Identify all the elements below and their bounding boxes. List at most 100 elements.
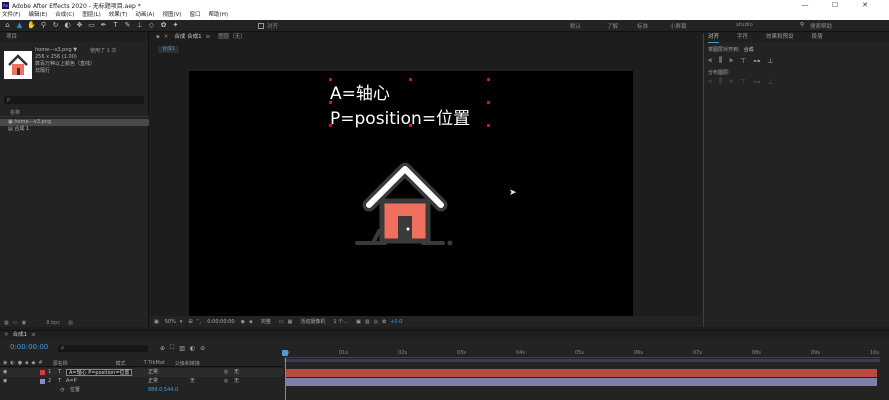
align-vcenter-icon[interactable]: ⊶ — [753, 57, 760, 65]
bounding-handle[interactable] — [487, 101, 490, 104]
transparency-grid-icon[interactable]: ▦ — [288, 319, 293, 325]
menu-edit[interactable]: 编辑(E) — [28, 11, 47, 20]
timeline-search-input[interactable]: ρ — [58, 345, 148, 352]
layer-name[interactable]: A=轴心 P=position=位置 — [66, 369, 133, 376]
camera-tool-icon[interactable]: ◐ — [63, 21, 72, 30]
align-left-icon[interactable]: ⫷ — [708, 56, 712, 65]
layer2-duration-bar[interactable] — [285, 378, 877, 386]
label-color-swatch[interactable] — [40, 379, 45, 384]
layer-parent[interactable]: 无 — [234, 368, 239, 377]
puppet-tool-icon[interactable]: ✦ — [171, 21, 180, 30]
tab-menu-icon[interactable]: ≡ — [206, 33, 211, 42]
menu-composition[interactable]: 合成(C) — [55, 11, 74, 20]
align-right-icon[interactable]: ⫸ — [729, 56, 733, 65]
tab-align[interactable]: 对齐 — [708, 33, 720, 43]
list-item[interactable]: ▣ home---v3.png — [0, 119, 149, 126]
align-target-dropdown[interactable]: 合成 — [744, 46, 754, 53]
resolution-dropdown[interactable]: 完整 — [261, 318, 271, 325]
bounding-handle[interactable] — [329, 78, 332, 81]
snapshot-icon[interactable]: ◉ — [241, 319, 245, 325]
bounding-handle[interactable] — [329, 101, 332, 104]
shy-icon[interactable]: ⛶ — [170, 344, 174, 352]
layer-mode[interactable]: 正常 — [148, 377, 158, 386]
bounding-handle[interactable] — [329, 124, 332, 127]
layer-name[interactable]: A=P — [66, 377, 77, 386]
align-bottom-icon[interactable]: ⊥ — [767, 57, 773, 65]
maximize-button[interactable]: ☐ — [823, 0, 847, 11]
visibility-icon[interactable]: ◉ — [3, 360, 7, 366]
project-search-input[interactable]: ρ — [4, 96, 144, 104]
new-comp-icon[interactable]: ▣ — [21, 320, 26, 326]
column-header-name[interactable]: 名称 — [0, 110, 149, 117]
chevron-down-icon[interactable]: ▾ — [180, 319, 183, 325]
visibility-icon[interactable]: ◉ — [3, 377, 7, 386]
column-parent[interactable]: 父级和链接 — [175, 360, 200, 367]
column-source-name[interactable]: 源名称 — [53, 360, 68, 367]
preview-icon[interactable]: ▣ — [154, 319, 159, 325]
column-mode[interactable]: 模式 — [116, 360, 126, 367]
table-row[interactable]: ◉ 1 T A=轴心 P=position=位置 正常 ◎ 无 — [0, 368, 283, 377]
menu-effect[interactable]: 效果(T) — [109, 11, 128, 20]
menu-animation[interactable]: 动画(A) — [135, 11, 154, 20]
delete-icon[interactable]: ▥ — [68, 320, 73, 326]
close-button[interactable]: ✕ — [853, 0, 877, 11]
property-position-value[interactable]: 888.0,544.0 — [148, 386, 178, 395]
exposure-value[interactable]: +0.0 — [390, 319, 402, 325]
bounding-handle[interactable] — [487, 124, 490, 127]
bpc-label[interactable]: 8 bpc — [46, 320, 60, 326]
playhead-handle[interactable] — [282, 350, 288, 356]
label-icon[interactable]: ◆ — [32, 360, 36, 366]
bounding-handle[interactable] — [409, 124, 412, 127]
layer1-duration-bar[interactable] — [285, 369, 877, 377]
tab-layer[interactable]: 图层（无） — [218, 33, 246, 42]
tab-menu-icon[interactable]: ≡ — [31, 331, 36, 340]
3d-renderer-icon[interactable]: ◎ — [374, 319, 378, 325]
menu-window[interactable]: 窗口 — [190, 11, 201, 20]
show-channel-icon[interactable]: ◈ — [249, 319, 253, 325]
comp-breadcrumb[interactable]: 合成1 — [158, 46, 180, 53]
layer-mode[interactable]: 正常 — [148, 368, 158, 377]
stopwatch-icon[interactable]: ◷ — [60, 386, 64, 395]
frame-blend-icon[interactable]: ▥ — [179, 345, 185, 352]
list-item[interactable]: ▤ 合成 1 — [0, 126, 149, 133]
selection-tool-icon[interactable]: ▲ — [15, 21, 24, 30]
clone-stamp-tool-icon[interactable]: ⊥ — [135, 21, 144, 30]
grid-icon[interactable]: ▥ — [365, 319, 370, 325]
menu-help[interactable]: 帮助(H) — [209, 11, 228, 20]
text-layer-line1[interactable]: A=轴心 — [330, 79, 390, 104]
tab-paragraph[interactable]: 段落 — [812, 33, 823, 42]
close-tab-icon[interactable]: ✕ — [164, 33, 169, 42]
menu-file[interactable]: 文件(F) — [2, 11, 20, 20]
workspace-studio[interactable]: studio — [736, 22, 753, 28]
text-layer-line2[interactable]: P=position=位置 — [330, 104, 470, 129]
fit-icon[interactable]: ⌜⌟ — [197, 319, 202, 325]
tab-effects-presets[interactable]: 效果和预设 — [766, 33, 794, 42]
work-area-bar[interactable] — [284, 359, 880, 362]
tab-timeline-comp[interactable]: 合成1 — [13, 331, 28, 340]
rotate-tool-icon[interactable]: ↻ — [51, 21, 60, 30]
rectangle-tool-icon[interactable]: ▭ — [87, 21, 96, 30]
time-ruler[interactable]: 0s 01s 02s 03s 04s 05s 06s 07s 08s 09s 1… — [284, 348, 880, 358]
menu-layer[interactable]: 图层(L) — [82, 11, 100, 20]
tab-character[interactable]: 字符 — [737, 33, 748, 42]
workspace-small-screen[interactable]: 小屏幕 — [670, 22, 687, 30]
parent-pickwhip-icon[interactable]: ◎ — [224, 368, 228, 377]
property-row[interactable]: ◷ 位置 888.0,544.0 — [0, 386, 283, 395]
eraser-tool-icon[interactable]: ◇ — [147, 21, 156, 30]
home-icon[interactable]: ⌂ — [3, 21, 12, 30]
lock-icon[interactable]: ▪ — [25, 360, 28, 366]
bounding-handle[interactable] — [487, 78, 490, 81]
graph-editor-icon[interactable]: ⊘ — [200, 345, 205, 352]
pen-tool-icon[interactable]: ✒ — [99, 21, 108, 30]
new-folder-icon[interactable]: ▭ — [13, 320, 18, 326]
interpret-footage-icon[interactable]: ▦ — [4, 320, 9, 326]
zoom-tool-icon[interactable]: ⚲ — [39, 21, 48, 30]
close-tab-icon[interactable]: ✕ — [4, 331, 9, 340]
zoom-dropdown[interactable]: 50% — [165, 319, 176, 325]
workspace-standard[interactable]: 标准 — [637, 22, 648, 30]
solo-icon[interactable]: ● — [18, 360, 22, 366]
type-tool-icon[interactable]: T — [111, 21, 120, 30]
bounding-handle[interactable] — [409, 78, 412, 81]
project-tab[interactable]: 项目 — [0, 33, 148, 42]
safe-area-icon[interactable]: ⊞ — [188, 319, 192, 325]
